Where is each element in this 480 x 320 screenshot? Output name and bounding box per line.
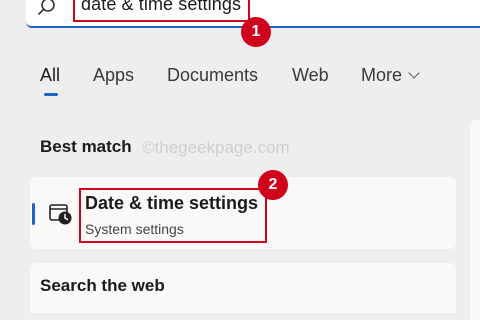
best-match-heading: Best match: [40, 137, 132, 156]
tab-more[interactable]: More: [361, 65, 420, 86]
annotation-box-1: [73, 0, 250, 22]
watermark: ©thegeekpage.com: [142, 138, 290, 157]
clock-settings-icon: [49, 204, 72, 225]
tab-all[interactable]: All: [40, 65, 60, 86]
search-web-heading: Search the web: [40, 276, 165, 295]
tab-documents[interactable]: Documents: [167, 65, 258, 86]
annotation-badge-1: 1: [241, 17, 271, 47]
tab-apps[interactable]: Apps: [93, 65, 134, 86]
selected-indicator: [32, 203, 35, 225]
search-icon: [38, 0, 55, 15]
active-tab-indicator: [44, 93, 58, 96]
tab-web[interactable]: Web: [292, 65, 329, 86]
chevron-down-icon: [408, 67, 420, 79]
preview-panel: [470, 120, 480, 320]
tab-more-label: More: [361, 65, 403, 85]
annotation-box-2: [79, 188, 267, 243]
annotation-badge-2: 2: [258, 170, 288, 200]
